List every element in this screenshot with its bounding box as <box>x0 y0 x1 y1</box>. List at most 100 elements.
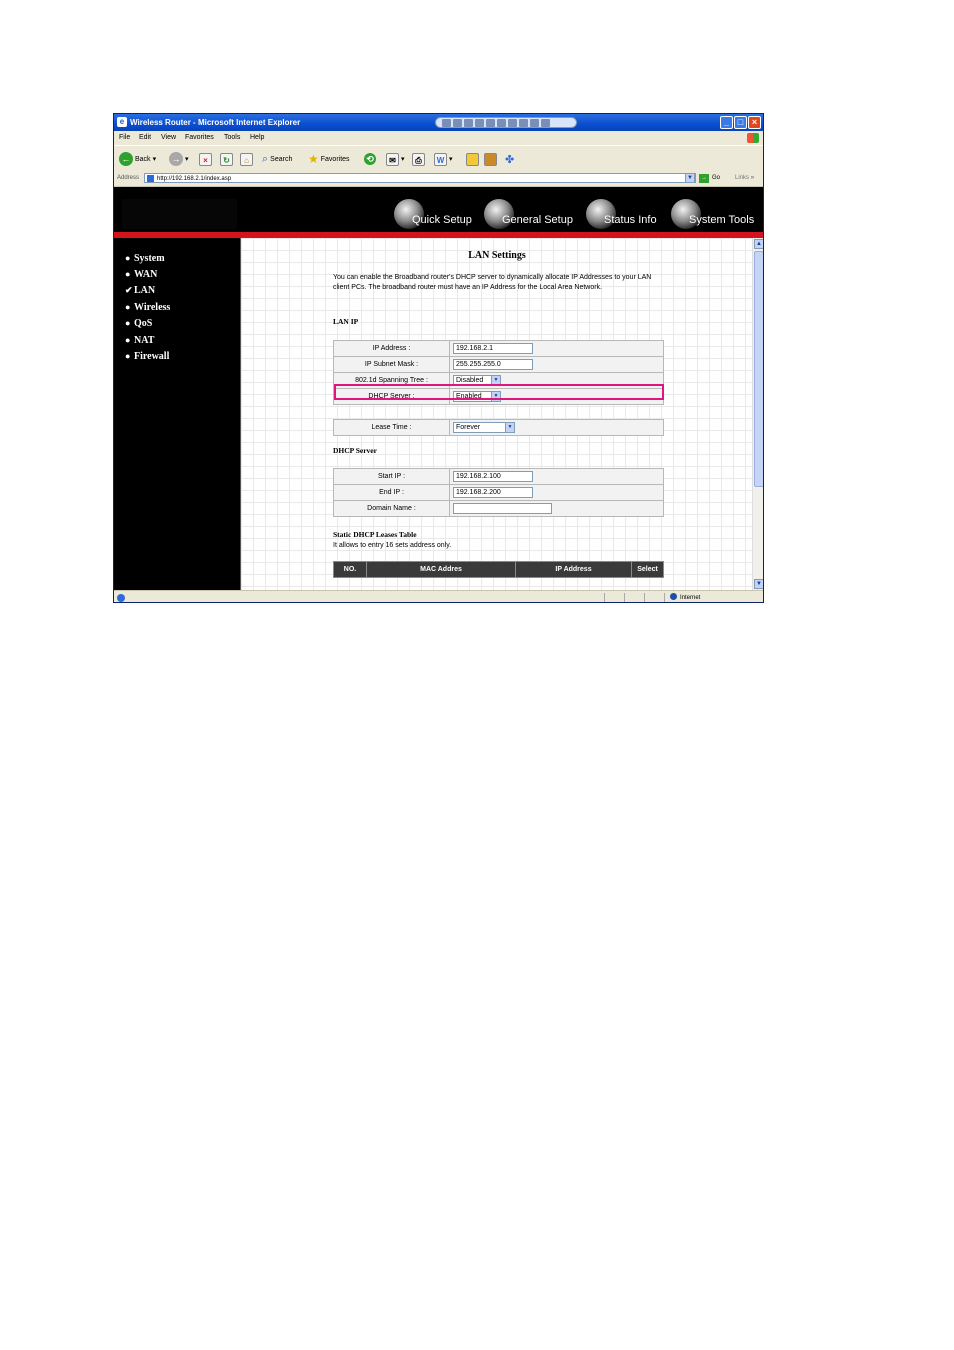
chevron-down-icon[interactable]: ▾ <box>185 155 189 163</box>
research-button[interactable] <box>484 151 497 167</box>
security-zone: Internet <box>670 591 701 602</box>
minimize-button[interactable]: _ <box>720 116 733 129</box>
refresh-icon: ↻ <box>220 152 233 166</box>
start-ip-label: Start IP : <box>333 468 450 485</box>
ip-address-input[interactable]: 192.168.2.1 <box>453 343 533 354</box>
scroll-down-icon[interactable]: ▼ <box>754 579 763 589</box>
subnet-mask-input[interactable]: 255.255.255.0 <box>453 359 533 370</box>
menu-edit[interactable]: Edit <box>139 131 151 145</box>
mail-icon: ✉ <box>386 152 399 166</box>
print-icon: ⎙ <box>412 152 425 166</box>
nav-status-info[interactable]: Status Info <box>586 197 657 229</box>
page-status-icon <box>117 594 125 602</box>
bullet-icon: ● <box>125 269 131 279</box>
address-bar: Address http://192.168.2.1/index.asp ▼ →… <box>114 171 763 187</box>
domain-name-input[interactable] <box>453 503 552 514</box>
vertical-scrollbar[interactable]: ▲ ▼ <box>752 238 763 590</box>
home-button[interactable]: ⌂ <box>240 151 253 167</box>
tray-icon[interactable] <box>541 119 550 127</box>
sidebar-item-label: NAT <box>134 335 155 346</box>
sidebar-item-qos[interactable]: ● QoS <box>125 318 152 329</box>
menu-file[interactable]: File <box>119 131 130 145</box>
sidebar-item-wan[interactable]: ● WAN <box>125 269 157 280</box>
zone-label: Internet <box>680 595 701 601</box>
tray-icon[interactable] <box>497 119 506 127</box>
scrollbar-thumb[interactable] <box>754 251 763 487</box>
sidebar-item-firewall[interactable]: ● Firewall <box>125 351 169 362</box>
column-header-no: NO. <box>333 561 367 578</box>
word-icon: W <box>434 152 447 166</box>
search-button[interactable]: ⌕ Search <box>262 151 292 167</box>
window-title: Wireless Router - Microsoft Internet Exp… <box>130 118 301 127</box>
lease-time-cell: Forever ▼ <box>449 419 664 436</box>
table-row: Lease Time : Forever ▼ <box>333 419 664 436</box>
print-button[interactable]: ⎙ <box>412 151 425 167</box>
sidebar-item-label: LAN <box>134 285 156 296</box>
tray-icon[interactable] <box>530 119 539 127</box>
bullet-icon: ● <box>125 335 131 345</box>
sidebar-item-system[interactable]: ● System <box>125 253 165 264</box>
chevron-down-icon[interactable]: ▾ <box>153 155 157 163</box>
forward-button[interactable]: → ▾ <box>169 151 189 167</box>
nav-system-tools[interactable]: System Tools <box>671 197 754 229</box>
start-ip-input[interactable]: 192.168.2.100 <box>453 471 533 482</box>
sidebar-item-lan[interactable]: ✔LAN <box>125 285 155 296</box>
menu-favorites[interactable]: Favorites <box>185 131 214 145</box>
folder-button[interactable] <box>466 151 479 167</box>
subnet-mask-label: IP Subnet Mask : <box>333 356 450 373</box>
go-button[interactable]: → Go <box>699 173 727 184</box>
research-icon <box>484 152 497 166</box>
chevron-down-icon[interactable]: ▾ <box>401 155 405 163</box>
tray-icon[interactable] <box>475 119 484 127</box>
refresh-button[interactable]: ↻ <box>220 151 233 167</box>
menu-tools[interactable]: Tools <box>224 131 240 145</box>
search-label: Search <box>270 155 293 163</box>
nav-general-setup[interactable]: General Setup <box>484 197 573 229</box>
sidebar-item-nat[interactable]: ● NAT <box>125 335 154 346</box>
nav-label: General Setup <box>502 214 573 226</box>
maximize-button[interactable]: □ <box>734 116 747 129</box>
tray-icon[interactable] <box>519 119 528 127</box>
chevron-down-icon[interactable]: ▾ <box>449 155 453 163</box>
history-icon: ⟲ <box>364 153 376 165</box>
sidebar-item-label: QoS <box>134 318 153 329</box>
menu-view[interactable]: View <box>161 131 176 145</box>
forward-arrow-icon: → <box>169 152 183 166</box>
address-input[interactable]: http://192.168.2.1/index.asp <box>144 173 696 183</box>
links-label[interactable]: Links » <box>735 171 754 186</box>
dhcp-server-table: Start IP : 192.168.2.100 End IP : 192.16… <box>333 468 664 517</box>
tray-icon[interactable] <box>508 119 517 127</box>
close-button[interactable]: × <box>748 116 761 129</box>
stop-button[interactable]: × <box>199 151 212 167</box>
end-ip-input[interactable]: 192.168.2.200 <box>453 487 533 498</box>
address-dropdown-button[interactable]: ▼ <box>685 173 695 183</box>
back-label: Back <box>135 155 151 163</box>
page-icon <box>147 175 154 182</box>
back-button[interactable]: ← Back ▾ <box>119 151 156 167</box>
internet-zone-icon <box>670 593 677 600</box>
lease-time-label: Lease Time : <box>333 419 450 436</box>
favorites-button[interactable]: ★ Favorites <box>308 151 350 167</box>
stop-icon: × <box>199 152 212 166</box>
messenger-button[interactable]: ✤ <box>505 151 514 167</box>
tray-icon[interactable] <box>486 119 495 127</box>
menu-help[interactable]: Help <box>250 131 264 145</box>
history-button[interactable]: ⟲ <box>364 151 376 167</box>
sidebar-item-wireless[interactable]: ● Wireless <box>125 302 170 313</box>
edit-button[interactable]: W ▾ <box>434 151 453 167</box>
sidebar-item-label: System <box>134 253 165 264</box>
static-leases-note: It allows to entry 16 sets address only. <box>333 542 452 549</box>
mail-button[interactable]: ✉ ▾ <box>386 151 405 167</box>
column-header-select: Select <box>631 561 664 578</box>
taskbar-tray <box>435 117 577 128</box>
tray-icon[interactable] <box>453 119 462 127</box>
end-ip-label: End IP : <box>333 484 450 501</box>
static-leases-table: NO. MAC Addres IP Address Select <box>333 561 664 578</box>
tray-icon[interactable] <box>442 119 451 127</box>
lease-time-select[interactable]: Forever ▼ <box>453 422 515 433</box>
scroll-up-icon[interactable]: ▲ <box>754 239 763 249</box>
nav-quick-setup[interactable]: Quick Setup <box>394 197 472 229</box>
search-icon: ⌕ <box>262 152 269 165</box>
tray-icon[interactable] <box>464 119 473 127</box>
menu-bar: File Edit View Favorites Tools Help <box>114 131 763 145</box>
